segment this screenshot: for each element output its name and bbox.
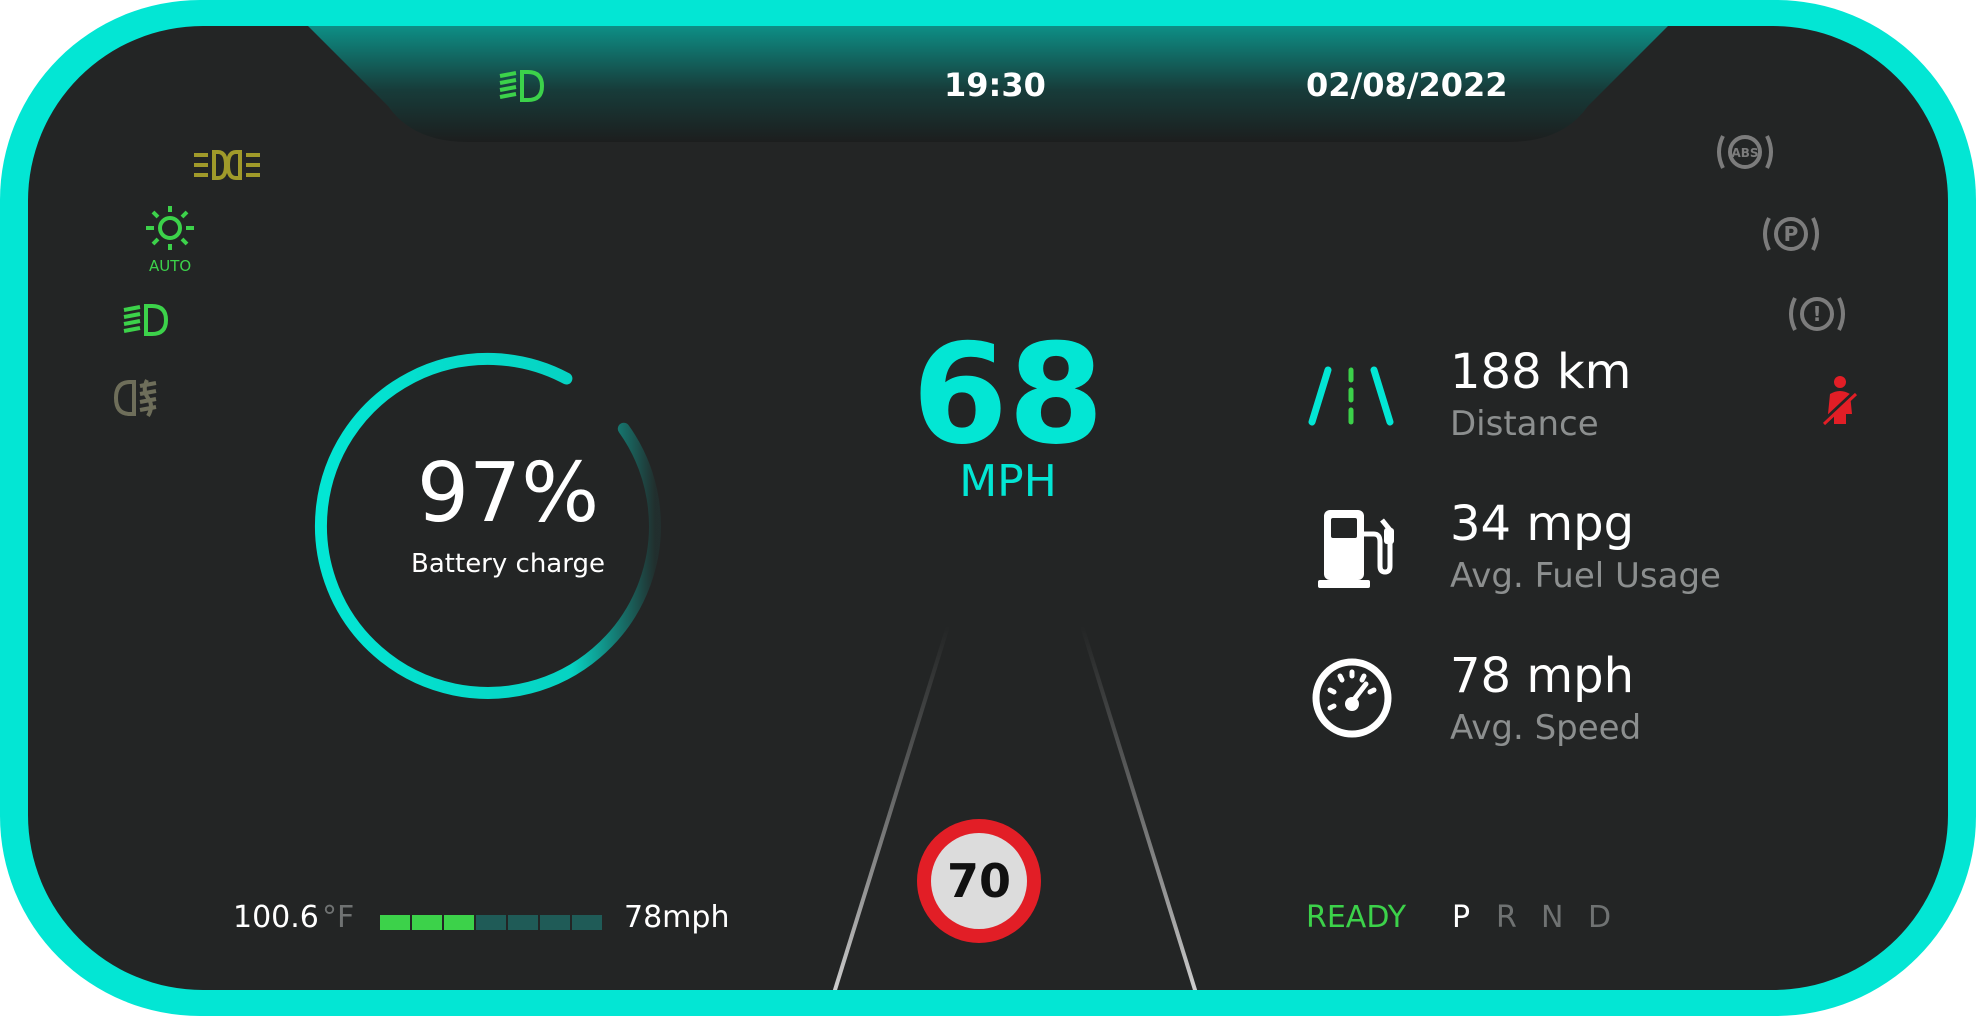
speed-limit-value: 70 — [931, 833, 1027, 929]
fog-light-icon — [113, 378, 160, 423]
fuel-pump-icon — [1318, 504, 1398, 595]
distance-label: Distance — [1450, 404, 1599, 444]
top-bar: 19:30 02/08/2022 — [28, 26, 1948, 146]
gear-n: N — [1541, 900, 1564, 935]
avg-speed-label: Avg. Speed — [1450, 708, 1642, 748]
abs-label: ABS — [1731, 146, 1758, 160]
speed-limit-sign: 70 — [917, 819, 1041, 943]
fuel-usage-label: Avg. Fuel Usage — [1450, 556, 1721, 596]
parking-brake-label: P — [1784, 222, 1799, 246]
avg-speed-value: 78 mph — [1450, 648, 1634, 704]
auto-label: AUTO — [149, 257, 192, 275]
outside-temperature: 100.6 — [233, 900, 319, 935]
current-date: 02/08/2022 — [1306, 66, 1508, 104]
speed-bar-segment — [476, 915, 506, 930]
temperature-unit: °F — [322, 900, 355, 935]
speed-unit: MPH — [959, 456, 1057, 507]
gear-r: R — [1496, 900, 1517, 935]
parking-brake-icon: P — [1760, 212, 1822, 261]
speed-bar-segment — [540, 915, 570, 930]
seatbelt-warning-icon — [1818, 374, 1858, 431]
abs-warning-icon: ABS — [1714, 130, 1776, 179]
gear-d: D — [1588, 900, 1612, 935]
ready-status: READY — [1306, 900, 1407, 935]
speed-bar-segment — [444, 915, 474, 930]
brake-warning-icon: ! — [1786, 292, 1848, 341]
brake-warning-label: ! — [1812, 302, 1821, 326]
dashboard-screen: 19:30 02/08/2022 AUTO ABS P ! 97% Batter… — [28, 26, 1948, 990]
battery-label: Battery charge — [411, 549, 605, 579]
parking-lights-icon — [192, 148, 262, 187]
fuel-usage-value: 34 mpg — [1450, 496, 1635, 552]
battery-percent: 97% — [416, 446, 600, 541]
current-speed: 68 — [911, 314, 1105, 475]
auto-headlights-icon — [140, 204, 200, 257]
speed-bar-segment — [412, 915, 442, 930]
gear-p: P — [1452, 900, 1471, 935]
speed-bar-segment — [572, 915, 602, 930]
speed-bar-segment — [380, 915, 410, 930]
speed-bar-segment — [508, 915, 538, 930]
road-lanes-icon — [1306, 366, 1396, 431]
distance-value: 188 km — [1450, 344, 1632, 400]
bar-speed-text: 78mph — [624, 900, 730, 935]
speedometer-icon — [1310, 656, 1394, 745]
low-beam-indicator-icon — [122, 302, 169, 343]
clock-time: 19:30 — [944, 66, 1046, 104]
